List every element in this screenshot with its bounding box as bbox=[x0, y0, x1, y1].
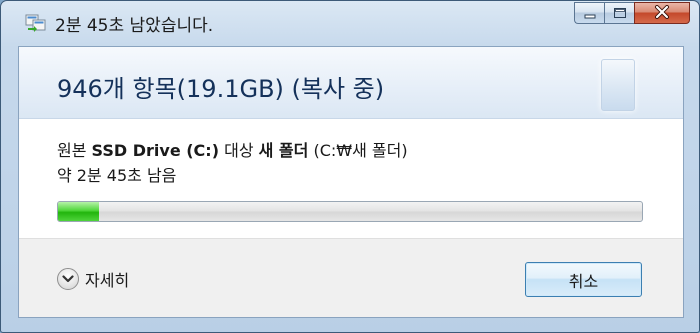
copy-progress-window: 2분 45초 남았습니다. 946개 항목(19.1GB) (복사 중) 원본 … bbox=[0, 0, 700, 333]
progress-fill bbox=[58, 202, 99, 221]
title-bar[interactable]: 2분 45초 남았습니다. bbox=[1, 1, 699, 41]
folder-glass-graphic bbox=[601, 59, 635, 111]
copy-file-icon bbox=[25, 12, 47, 32]
maximize-icon bbox=[613, 4, 627, 23]
dialog-content: 946개 항목(19.1GB) (복사 중) 원본 SSD Drive (C:)… bbox=[18, 46, 684, 318]
source-destination-line: 원본 SSD Drive (C:) 대상 새 폴더 (C:₩새 폴더) bbox=[57, 137, 408, 161]
destination-path: (C:₩새 폴더) bbox=[313, 141, 408, 160]
dialog-footer: 자세히 취소 bbox=[19, 238, 683, 317]
minimize-button[interactable] bbox=[574, 2, 604, 24]
maximize-button[interactable] bbox=[604, 2, 634, 24]
more-details-button[interactable]: 자세히 bbox=[57, 267, 129, 291]
close-button[interactable] bbox=[634, 2, 690, 24]
source-prefix: 원본 bbox=[57, 141, 87, 160]
window-title: 2분 45초 남았습니다. bbox=[55, 16, 214, 36]
more-details-label: 자세히 bbox=[85, 271, 130, 290]
time-remaining: 약 2분 45초 남음 bbox=[57, 166, 177, 185]
caption-buttons bbox=[574, 2, 690, 25]
source-name-link[interactable]: SSD Drive (C:) bbox=[92, 141, 219, 160]
close-icon bbox=[654, 4, 670, 23]
chevron-down-icon bbox=[57, 268, 79, 290]
minimize-icon bbox=[584, 4, 596, 23]
cancel-button[interactable]: 취소 bbox=[525, 262, 642, 297]
copy-status-heading: 946개 항목(19.1GB) (복사 중) bbox=[57, 75, 385, 103]
destination-name-link[interactable]: 새 폴더 bbox=[259, 141, 309, 160]
dialog-header: 946개 항목(19.1GB) (복사 중) bbox=[19, 47, 683, 119]
destination-prefix: 대상 bbox=[224, 141, 254, 160]
copy-progress-bar bbox=[57, 201, 643, 222]
